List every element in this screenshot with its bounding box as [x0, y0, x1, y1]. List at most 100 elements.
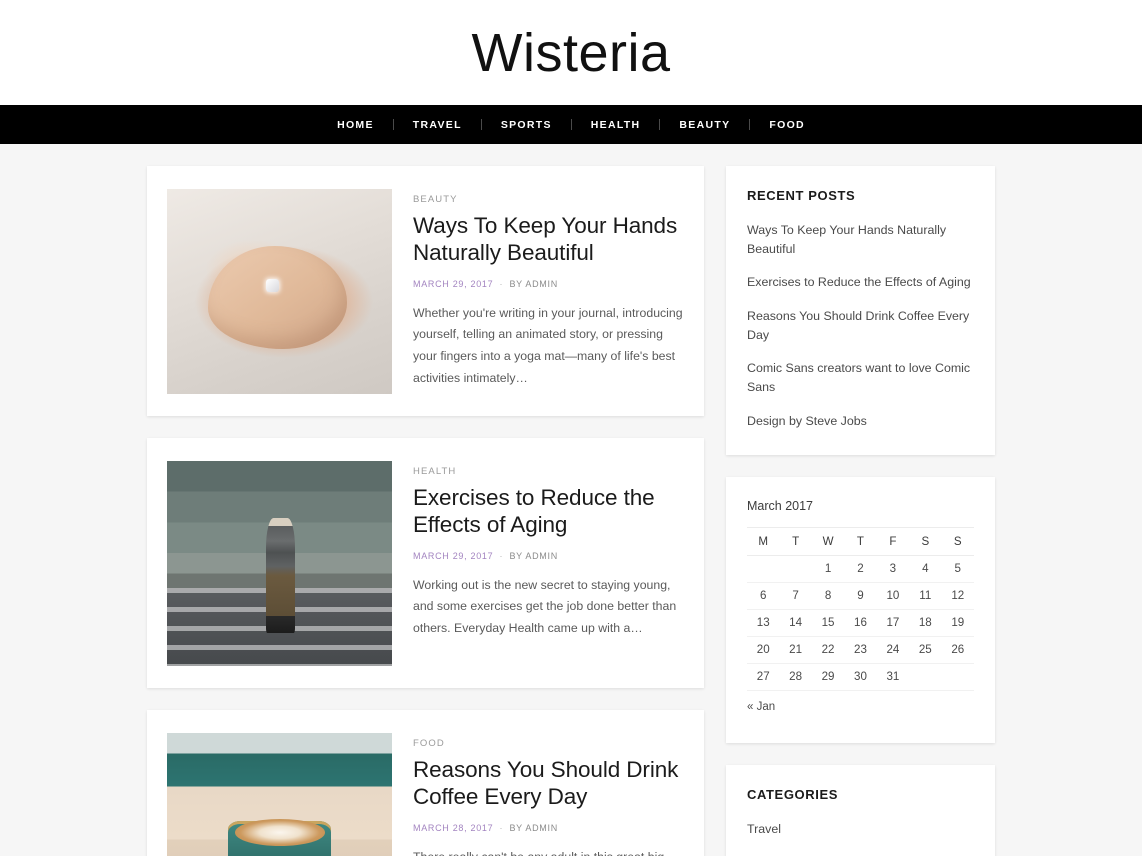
post-category[interactable]: BEAUTY: [413, 194, 684, 205]
list-item[interactable]: Comic Sans creators want to love Comic S…: [747, 359, 974, 397]
recent-posts-list: Ways To Keep Your Hands Naturally Beauti…: [747, 221, 974, 431]
calendar-day: 4: [909, 555, 942, 583]
post-card: BEAUTY Ways To Keep Your Hands Naturally…: [147, 166, 704, 416]
post-author[interactable]: BY ADMIN: [509, 279, 557, 289]
calendar-day: 6: [747, 582, 780, 610]
post-title[interactable]: Reasons You Should Drink Coffee Every Da…: [413, 757, 684, 811]
post-meta: MARCH 29, 2017 · BY ADMIN: [413, 551, 684, 561]
calendar-day: 8: [811, 582, 845, 610]
latte-cup-photo: [167, 733, 392, 856]
meta-separator: ·: [499, 822, 504, 833]
list-item[interactable]: Exercises to Reduce the Effects of Aging: [747, 273, 974, 292]
calendar-day: 23: [844, 636, 877, 664]
calendar-week-row: 1 2 3 4 5: [747, 555, 974, 583]
calendar-table: M T W T F S S 1 2 3 4 5 6 7 8 9 10 11 12…: [747, 526, 974, 720]
post-category[interactable]: FOOD: [413, 738, 684, 749]
post-thumbnail[interactable]: [167, 733, 392, 856]
post-date[interactable]: MARCH 29, 2017: [413, 551, 493, 561]
calendar-head: M T W T F S S: [747, 526, 974, 556]
calendar-day: 9: [844, 582, 877, 610]
post-author[interactable]: BY ADMIN: [509, 551, 557, 561]
calendar-day: 5: [941, 555, 974, 583]
post-title[interactable]: Ways To Keep Your Hands Naturally Beauti…: [413, 213, 684, 267]
site-header: Wisteria: [0, 0, 1142, 105]
nav-item-beauty[interactable]: BEAUTY: [660, 119, 749, 131]
post-title[interactable]: Exercises to Reduce the Effects of Aging: [413, 485, 684, 539]
site-logo[interactable]: Wisteria: [471, 26, 670, 80]
post-date[interactable]: MARCH 29, 2017: [413, 279, 493, 289]
post-thumbnail[interactable]: [167, 461, 392, 666]
calendar-weekday-row: M T W T F S S: [747, 526, 974, 556]
calendar-week-row: 13 14 15 16 17 18 19: [747, 609, 974, 637]
calendar-day: 26: [941, 636, 974, 664]
nav-item-travel[interactable]: TRAVEL: [394, 119, 481, 131]
list-item[interactable]: Reasons You Should Drink Coffee Every Da…: [747, 307, 974, 345]
calendar-day: 21: [779, 636, 812, 664]
meta-separator: ·: [499, 278, 504, 289]
meta-separator: ·: [499, 550, 504, 561]
page-content: BEAUTY Ways To Keep Your Hands Naturally…: [0, 144, 1142, 856]
calendar-day: 15: [811, 609, 845, 637]
post-card: FOOD Reasons You Should Drink Coffee Eve…: [147, 710, 704, 856]
calendar-day: 13: [747, 609, 780, 637]
widget-calendar: March 2017 M T W T F S S 1 2 3 4 5 6 7 8…: [726, 476, 995, 744]
post-card: HEALTH Exercises to Reduce the Effects o…: [147, 438, 704, 688]
calendar-day: [779, 555, 812, 583]
post-excerpt: Working out is the new secret to staying…: [413, 577, 677, 636]
weekday-friday: F: [876, 526, 910, 556]
nav-list: HOME TRAVEL SPORTS HEALTH BEAUTY FOOD: [318, 119, 824, 131]
list-item-travel[interactable]: Travel: [747, 820, 974, 839]
calendar-foot: « Jan: [747, 690, 974, 719]
nav-item-sports[interactable]: SPORTS: [482, 119, 571, 131]
post-excerpt: There really can't be any adult in this …: [413, 847, 684, 856]
weekday-saturday: S: [909, 526, 942, 556]
post-author[interactable]: BY ADMIN: [509, 823, 557, 833]
calendar-day: [747, 555, 780, 583]
post-date[interactable]: MARCH 28, 2017: [413, 823, 493, 833]
post-thumbnail[interactable]: [167, 189, 392, 394]
calendar-prev-month-link[interactable]: « Jan: [747, 690, 974, 719]
post-excerpt: Whether you're writing in your journal, …: [413, 305, 683, 386]
calendar-day: 7: [779, 582, 812, 610]
widget-title: RECENT POSTS: [747, 188, 856, 203]
list-item[interactable]: Design by Steve Jobs: [747, 412, 974, 431]
weekday-monday: M: [747, 526, 780, 556]
calendar-day: 1: [811, 555, 845, 583]
calendar-day: 10: [876, 582, 910, 610]
post-meta: MARCH 28, 2017 · BY ADMIN: [413, 823, 684, 833]
sidebar: RECENT POSTS Ways To Keep Your Hands Nat…: [726, 166, 995, 856]
list-item[interactable]: Ways To Keep Your Hands Naturally Beauti…: [747, 221, 974, 259]
weekday-thursday: T: [844, 526, 877, 556]
calendar-day: 18: [909, 609, 942, 637]
calendar-day: 29: [811, 663, 845, 691]
calendar-day: 17: [876, 609, 910, 637]
calendar-day: 28: [779, 663, 812, 691]
post-body: FOOD Reasons You Should Drink Coffee Eve…: [413, 733, 684, 856]
calendar-day: 20: [747, 636, 780, 664]
widget-recent-posts: RECENT POSTS Ways To Keep Your Hands Nat…: [726, 166, 995, 455]
calendar-day: 14: [779, 609, 812, 637]
nav-item-food[interactable]: FOOD: [750, 119, 824, 131]
main-navigation: HOME TRAVEL SPORTS HEALTH BEAUTY FOOD: [0, 105, 1142, 144]
post-body: BEAUTY Ways To Keep Your Hands Naturally…: [413, 189, 684, 394]
calendar-day: 25: [909, 636, 942, 664]
weekday-wednesday: W: [811, 526, 845, 556]
widget-title: CATEGORIES: [747, 787, 838, 803]
calendar-week-row: 27 28 29 30 31: [747, 663, 974, 691]
person-crossing-street-photo: [167, 461, 392, 666]
nav-item-home[interactable]: HOME: [318, 119, 393, 131]
nav-item-health[interactable]: HEALTH: [572, 119, 660, 131]
calendar-day: 22: [811, 636, 845, 664]
calendar-caption: March 2017: [747, 498, 814, 513]
calendar-week-row: 6 7 8 9 10 11 12: [747, 582, 974, 610]
calendar-day: [941, 663, 974, 691]
weekday-tuesday: T: [779, 526, 812, 556]
post-list: BEAUTY Ways To Keep Your Hands Naturally…: [147, 166, 704, 856]
calendar-day: 31: [876, 663, 910, 691]
calendar-nav-row: « Jan: [747, 690, 974, 719]
calendar-day: 24: [876, 636, 910, 664]
calendar-day: 12: [941, 582, 974, 610]
post-body: HEALTH Exercises to Reduce the Effects o…: [413, 461, 684, 666]
post-category[interactable]: HEALTH: [413, 466, 684, 477]
calendar-day: [909, 663, 942, 691]
